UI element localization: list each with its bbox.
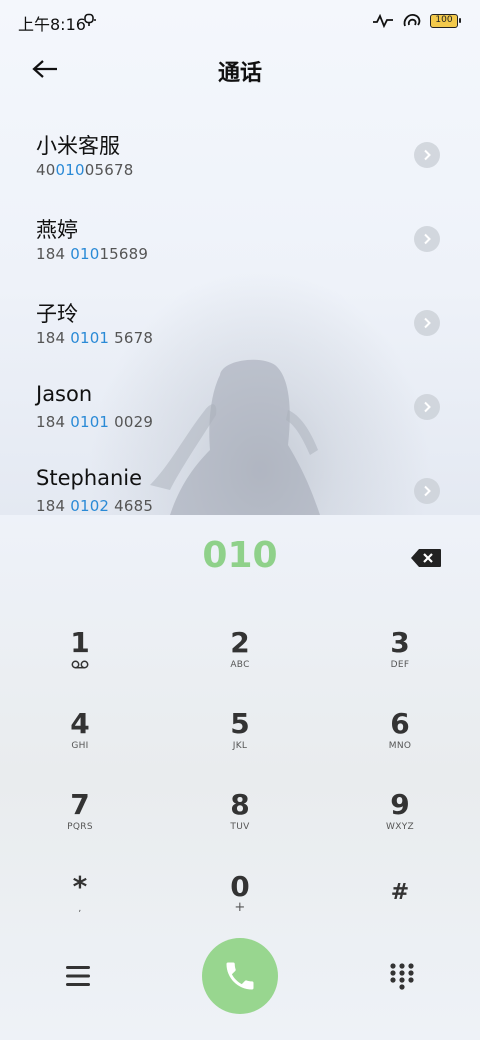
contact-name: 小米客服 bbox=[36, 134, 120, 158]
contact-name: Jason bbox=[36, 382, 93, 406]
key-2[interactable]: 2 ABC bbox=[185, 628, 295, 698]
key-7[interactable]: 7 PQRS bbox=[25, 790, 135, 860]
contact-number: 4001005678 bbox=[36, 161, 134, 179]
key-star[interactable]: * , bbox=[25, 872, 135, 942]
voicemail-icon bbox=[71, 660, 89, 669]
contact-row[interactable]: Stephanie 184 0102 4685 bbox=[0, 446, 480, 513]
contact-details-button[interactable] bbox=[414, 394, 440, 420]
contact-row[interactable]: 小米客服 4001005678 bbox=[0, 110, 480, 194]
status-icons: 100 bbox=[372, 12, 461, 30]
menu-icon[interactable] bbox=[62, 962, 94, 990]
status-bar: 上午8:16 100 bbox=[0, 0, 480, 40]
contact-details-button[interactable] bbox=[414, 226, 440, 252]
dialed-number: 010 bbox=[202, 535, 278, 576]
contact-name: 燕婷 bbox=[36, 218, 78, 242]
contact-details-button[interactable] bbox=[414, 310, 440, 336]
contact-number: 184 0102 4685 bbox=[36, 497, 154, 513]
contact-number: 184 0101 0029 bbox=[36, 413, 154, 431]
contact-row[interactable]: 燕婷 184 01015689 bbox=[0, 194, 480, 278]
key-1[interactable]: 1 bbox=[25, 628, 135, 698]
chevron-right-icon bbox=[424, 149, 431, 161]
chevron-right-icon bbox=[424, 317, 431, 329]
key-hash[interactable]: # bbox=[345, 878, 455, 948]
call-button[interactable] bbox=[202, 938, 278, 1014]
key-9[interactable]: 9 WXYZ bbox=[345, 790, 455, 860]
hotspot-icon bbox=[403, 14, 421, 27]
status-time: 上午8:16 bbox=[18, 15, 86, 34]
contact-name: 子玲 bbox=[36, 302, 78, 326]
key-5[interactable]: 5 JKL bbox=[185, 709, 295, 779]
contact-number: 184 01015689 bbox=[36, 245, 149, 263]
page-title: 通话 bbox=[217, 61, 262, 86]
contact-number: 184 0101 5678 bbox=[36, 329, 154, 347]
key-8[interactable]: 8 TUV bbox=[185, 790, 295, 860]
backspace-button[interactable] bbox=[410, 548, 442, 568]
contact-details-button[interactable] bbox=[414, 142, 440, 168]
contact-suggestions-list: 小米客服 4001005678 燕婷 184 01015689 子玲 184 0… bbox=[0, 110, 480, 513]
dialpad-toggle-icon[interactable] bbox=[386, 960, 418, 992]
chevron-right-icon bbox=[424, 485, 431, 497]
key-4[interactable]: 4 GHI bbox=[25, 709, 135, 779]
key-6[interactable]: 6 MNO bbox=[345, 709, 455, 779]
key-3[interactable]: 3 DEF bbox=[345, 628, 455, 698]
contact-details-button[interactable] bbox=[414, 478, 440, 504]
contact-name: Stephanie bbox=[36, 466, 143, 490]
chevron-right-icon bbox=[424, 401, 431, 413]
activity-icon bbox=[373, 14, 393, 28]
battery-icon: 100 bbox=[430, 14, 461, 28]
chevron-right-icon bbox=[424, 233, 431, 245]
contact-row[interactable]: 子玲 184 0101 5678 bbox=[0, 278, 480, 362]
notification-icon bbox=[84, 13, 96, 26]
key-0[interactable]: 0 + bbox=[185, 872, 295, 942]
phone-icon bbox=[226, 962, 254, 990]
contact-row[interactable]: Jason 184 0101 0029 bbox=[0, 362, 480, 446]
